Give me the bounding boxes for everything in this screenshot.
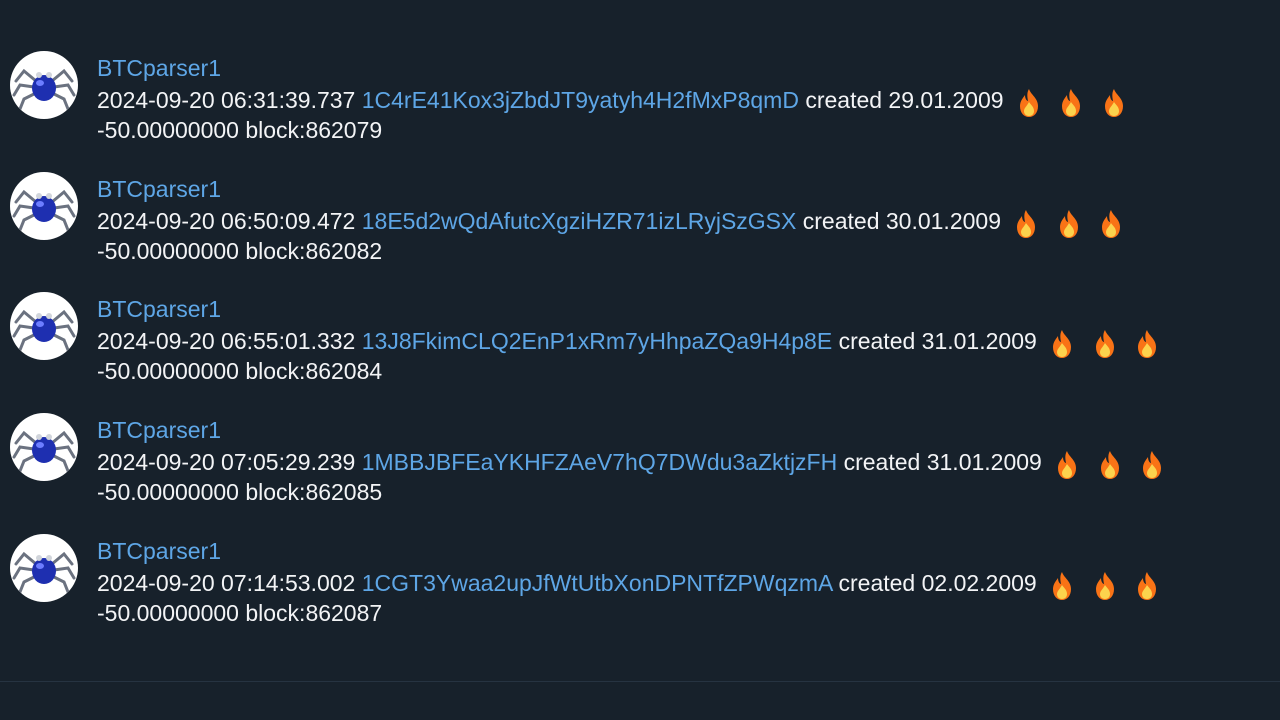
- timestamp: 2024-09-20 07:14:53.002: [97, 570, 356, 596]
- message-feed: BTCparser1 2024-09-20 06:31:39.737 1C4rE…: [0, 0, 1280, 682]
- message-body: BTCparser1 2024-09-20 07:14:53.002 1CGT3…: [97, 534, 1272, 628]
- message-item: BTCparser1 2024-09-20 07:14:53.002 1CGT3…: [0, 534, 1280, 644]
- message-item: BTCparser1 2024-09-20 06:50:09.472 18E5d…: [0, 172, 1280, 282]
- address-link[interactable]: 1CGT3Ywaa2upJfWtUtbXonDPNTfZPWqzmA: [362, 570, 832, 596]
- address-link[interactable]: 1C4rE41Kox3jZbdJT9yatyh4H2fMxP8qmD: [362, 87, 799, 113]
- fire-emoji-icon: [1134, 329, 1160, 359]
- message-body: BTCparser1 2024-09-20 06:50:09.472 18E5d…: [97, 172, 1272, 266]
- fire-emoji-icon: [1056, 209, 1082, 239]
- message-item: BTCparser1 2024-09-20 06:31:39.737 1C4rE…: [0, 51, 1280, 161]
- fire-emoji-icon: [1054, 450, 1080, 480]
- message-body: BTCparser1 2024-09-20 06:55:01.332 13J8F…: [97, 292, 1272, 386]
- spider-robot-icon: [12, 68, 76, 111]
- fire-emoji-group: [1049, 327, 1170, 359]
- timestamp: 2024-09-20 06:55:01.332: [97, 328, 356, 354]
- message-line-main: 2024-09-20 06:31:39.737 1C4rE41Kox3jZbdJ…: [97, 85, 1272, 118]
- message-item: BTCparser1 2024-09-20 07:05:29.239 1MBBJ…: [0, 413, 1280, 523]
- sender-avatar[interactable]: [10, 51, 78, 119]
- sender-avatar[interactable]: [10, 534, 78, 602]
- amount-block-line: -50.00000000 block:862079: [97, 117, 383, 143]
- sender-avatar[interactable]: [10, 172, 78, 240]
- fire-emoji-icon: [1049, 329, 1075, 359]
- fire-emoji-icon: [1058, 88, 1084, 118]
- message-line-main: 2024-09-20 07:14:53.002 1CGT3Ywaa2upJfWt…: [97, 568, 1272, 601]
- created-date: created 29.01.2009: [805, 87, 1004, 113]
- spider-robot-icon: [12, 551, 76, 594]
- message-line-main: 2024-09-20 06:50:09.472 18E5d2wQdAfutcXg…: [97, 206, 1272, 239]
- message-body: BTCparser1 2024-09-20 06:31:39.737 1C4rE…: [97, 51, 1272, 145]
- sender-name[interactable]: BTCparser1: [97, 413, 1272, 447]
- fire-emoji-icon: [1139, 450, 1165, 480]
- timestamp: 2024-09-20 07:05:29.239: [97, 449, 356, 475]
- address-link[interactable]: 13J8FkimCLQ2EnP1xRm7yHhpaZQa9H4p8E: [362, 328, 832, 354]
- timestamp: 2024-09-20 06:50:09.472: [97, 208, 356, 234]
- amount-block-line: -50.00000000 block:862087: [97, 600, 383, 626]
- created-date: created 31.01.2009: [843, 449, 1042, 475]
- address-link[interactable]: 18E5d2wQdAfutcXgziHZR71izLRyjSzGSX: [362, 208, 797, 234]
- fire-emoji-icon: [1013, 209, 1039, 239]
- timestamp: 2024-09-20 06:31:39.737: [97, 87, 356, 113]
- sender-name[interactable]: BTCparser1: [97, 534, 1272, 568]
- spider-robot-icon: [12, 189, 76, 232]
- fire-emoji-icon: [1016, 88, 1042, 118]
- fire-emoji-icon: [1097, 450, 1123, 480]
- composer-divider: [0, 681, 1280, 682]
- address-link[interactable]: 1MBBJBFEaYKHFZAeV7hQ7DWdu3aZktjzFH: [362, 449, 837, 475]
- fire-emoji-group: [1054, 448, 1175, 480]
- created-date: created 30.01.2009: [802, 208, 1001, 234]
- sender-name[interactable]: BTCparser1: [97, 51, 1272, 85]
- created-date: created 31.01.2009: [838, 328, 1037, 354]
- fire-emoji-group: [1049, 569, 1170, 601]
- amount-block-line: -50.00000000 block:862082: [97, 238, 383, 264]
- spider-robot-icon: [12, 309, 76, 352]
- fire-emoji-icon: [1092, 329, 1118, 359]
- message-item: BTCparser1 2024-09-20 06:55:01.332 13J8F…: [0, 292, 1280, 402]
- fire-emoji-group: [1013, 207, 1134, 239]
- created-date: created 02.02.2009: [838, 570, 1037, 596]
- sender-name[interactable]: BTCparser1: [97, 292, 1272, 326]
- message-line-main: 2024-09-20 07:05:29.239 1MBBJBFEaYKHFZAe…: [97, 447, 1272, 480]
- sender-name[interactable]: BTCparser1: [97, 172, 1272, 206]
- fire-emoji-icon: [1098, 209, 1124, 239]
- sender-avatar[interactable]: [10, 413, 78, 481]
- fire-emoji-icon: [1101, 88, 1127, 118]
- fire-emoji-icon: [1134, 571, 1160, 601]
- message-body: BTCparser1 2024-09-20 07:05:29.239 1MBBJ…: [97, 413, 1272, 507]
- spider-robot-icon: [12, 430, 76, 473]
- message-line-main: 2024-09-20 06:55:01.332 13J8FkimCLQ2EnP1…: [97, 326, 1272, 359]
- amount-block-line: -50.00000000 block:862085: [97, 479, 383, 505]
- fire-emoji-group: [1016, 86, 1137, 118]
- sender-avatar[interactable]: [10, 292, 78, 360]
- fire-emoji-icon: [1092, 571, 1118, 601]
- amount-block-line: -50.00000000 block:862084: [97, 358, 383, 384]
- fire-emoji-icon: [1049, 571, 1075, 601]
